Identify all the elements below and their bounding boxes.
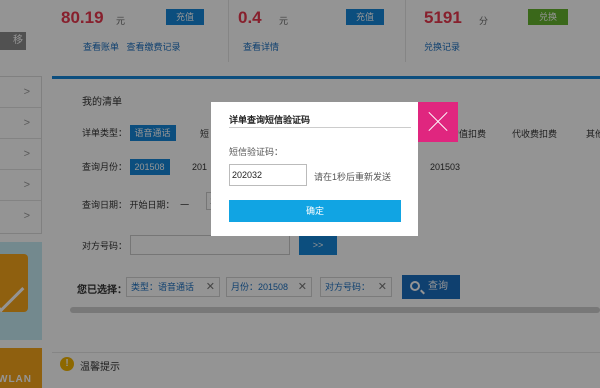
page: 移 80.19 元 充值 查看账单 查看缴费记录 0.4 元 充值 查看详情 5… xyxy=(0,0,600,388)
verification-code-input[interactable]: 202032 xyxy=(229,164,307,186)
confirm-button[interactable]: 确定 xyxy=(229,200,401,222)
dialog-divider xyxy=(229,127,411,128)
dialog-title: 详单查询短信验证码 xyxy=(229,115,311,125)
resend-countdown: 请在1秒后重新发送 xyxy=(314,172,392,182)
close-dialog-icon[interactable] xyxy=(418,102,458,142)
sms-verification-dialog: 详单查询短信验证码 短信验证码： 202032 请在1秒后重新发送 确定 xyxy=(211,102,418,236)
code-label: 短信验证码： xyxy=(229,147,284,157)
